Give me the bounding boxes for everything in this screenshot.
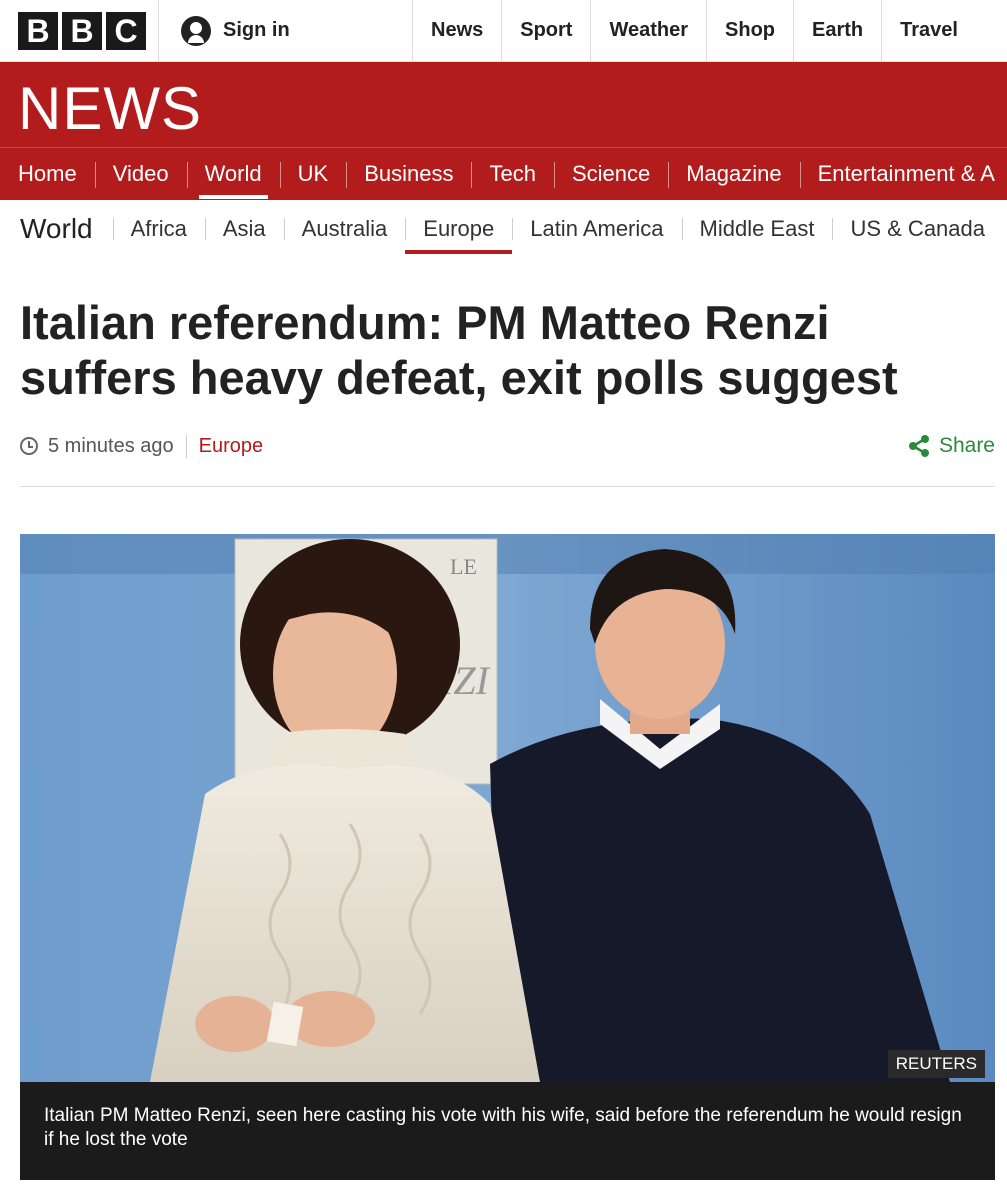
- section-item-uk[interactable]: UK: [279, 148, 347, 200]
- image-caption: Italian PM Matteo Renzi, seen here casti…: [20, 1082, 995, 1180]
- section-item-world[interactable]: World: [186, 148, 280, 200]
- bbc-logo-letter: B: [62, 12, 102, 50]
- topnav-item-earth[interactable]: Earth: [793, 0, 881, 61]
- sign-in-link[interactable]: Sign in: [159, 0, 412, 61]
- subnav-item-latin-america[interactable]: Latin America: [512, 200, 681, 258]
- subnav-item-middle-east[interactable]: Middle East: [681, 200, 833, 258]
- user-icon: [181, 15, 211, 46]
- bbc-logo-letter: C: [106, 12, 146, 50]
- subnav-item-africa[interactable]: Africa: [112, 200, 205, 258]
- section-item-entertainment[interactable]: Entertainment & A: [799, 148, 1007, 200]
- share-button[interactable]: Share: [907, 434, 995, 458]
- topnav-item-sport[interactable]: Sport: [501, 0, 590, 61]
- share-label: Share: [938, 434, 995, 457]
- topnav-item-news[interactable]: News: [412, 0, 501, 61]
- article-image: LE IZI REUTERS: [20, 534, 995, 1082]
- world-subnav: World Africa Asia Australia Europe Latin…: [0, 200, 1007, 258]
- section-item-tech[interactable]: Tech: [471, 148, 553, 200]
- top-nav: News Sport Weather Shop Earth Travel: [412, 0, 976, 61]
- section-item-video[interactable]: Video: [94, 148, 187, 200]
- news-banner: NEWS: [0, 62, 1007, 147]
- section-item-science[interactable]: Science: [553, 148, 668, 200]
- meta-divider: [20, 486, 995, 487]
- section-item-business[interactable]: Business: [346, 148, 471, 200]
- top-bar: B B C Sign in News Sport Weather Shop Ea…: [0, 0, 1007, 62]
- bbc-logo[interactable]: B B C: [18, 12, 146, 50]
- clock-icon: [20, 437, 38, 455]
- article-photo-illustration: LE IZI: [20, 534, 995, 1082]
- subnav-heading[interactable]: World: [0, 213, 113, 245]
- topnav-item-travel[interactable]: Travel: [881, 0, 976, 61]
- subnav-item-europe[interactable]: Europe: [405, 200, 513, 258]
- article-headline: Italian referendum: PM Matteo Renzi suff…: [20, 296, 898, 404]
- bbc-logo-letter: B: [18, 12, 58, 50]
- article-meta: 5 minutes ago Europe Share: [20, 430, 995, 462]
- topnav-item-shop[interactable]: Shop: [706, 0, 793, 61]
- section-item-magazine[interactable]: Magazine: [668, 148, 799, 200]
- subnav-item-us-canada[interactable]: US & Canada: [832, 200, 1003, 258]
- topnav-item-weather[interactable]: Weather: [590, 0, 706, 61]
- section-nav: Home Video World UK Business Tech Scienc…: [0, 147, 1007, 200]
- subnav-item-asia[interactable]: Asia: [204, 200, 284, 258]
- share-icon: [908, 435, 929, 457]
- sign-in-label: Sign in: [223, 19, 290, 41]
- article-section-link[interactable]: Europe: [187, 435, 264, 458]
- image-credit: REUTERS: [887, 1050, 985, 1078]
- poster-text: LE: [450, 554, 477, 579]
- subnav-item-australia[interactable]: Australia: [283, 200, 406, 258]
- article-timestamp: 5 minutes ago: [48, 434, 187, 458]
- news-logo[interactable]: NEWS: [18, 74, 202, 143]
- section-item-home[interactable]: Home: [0, 148, 95, 200]
